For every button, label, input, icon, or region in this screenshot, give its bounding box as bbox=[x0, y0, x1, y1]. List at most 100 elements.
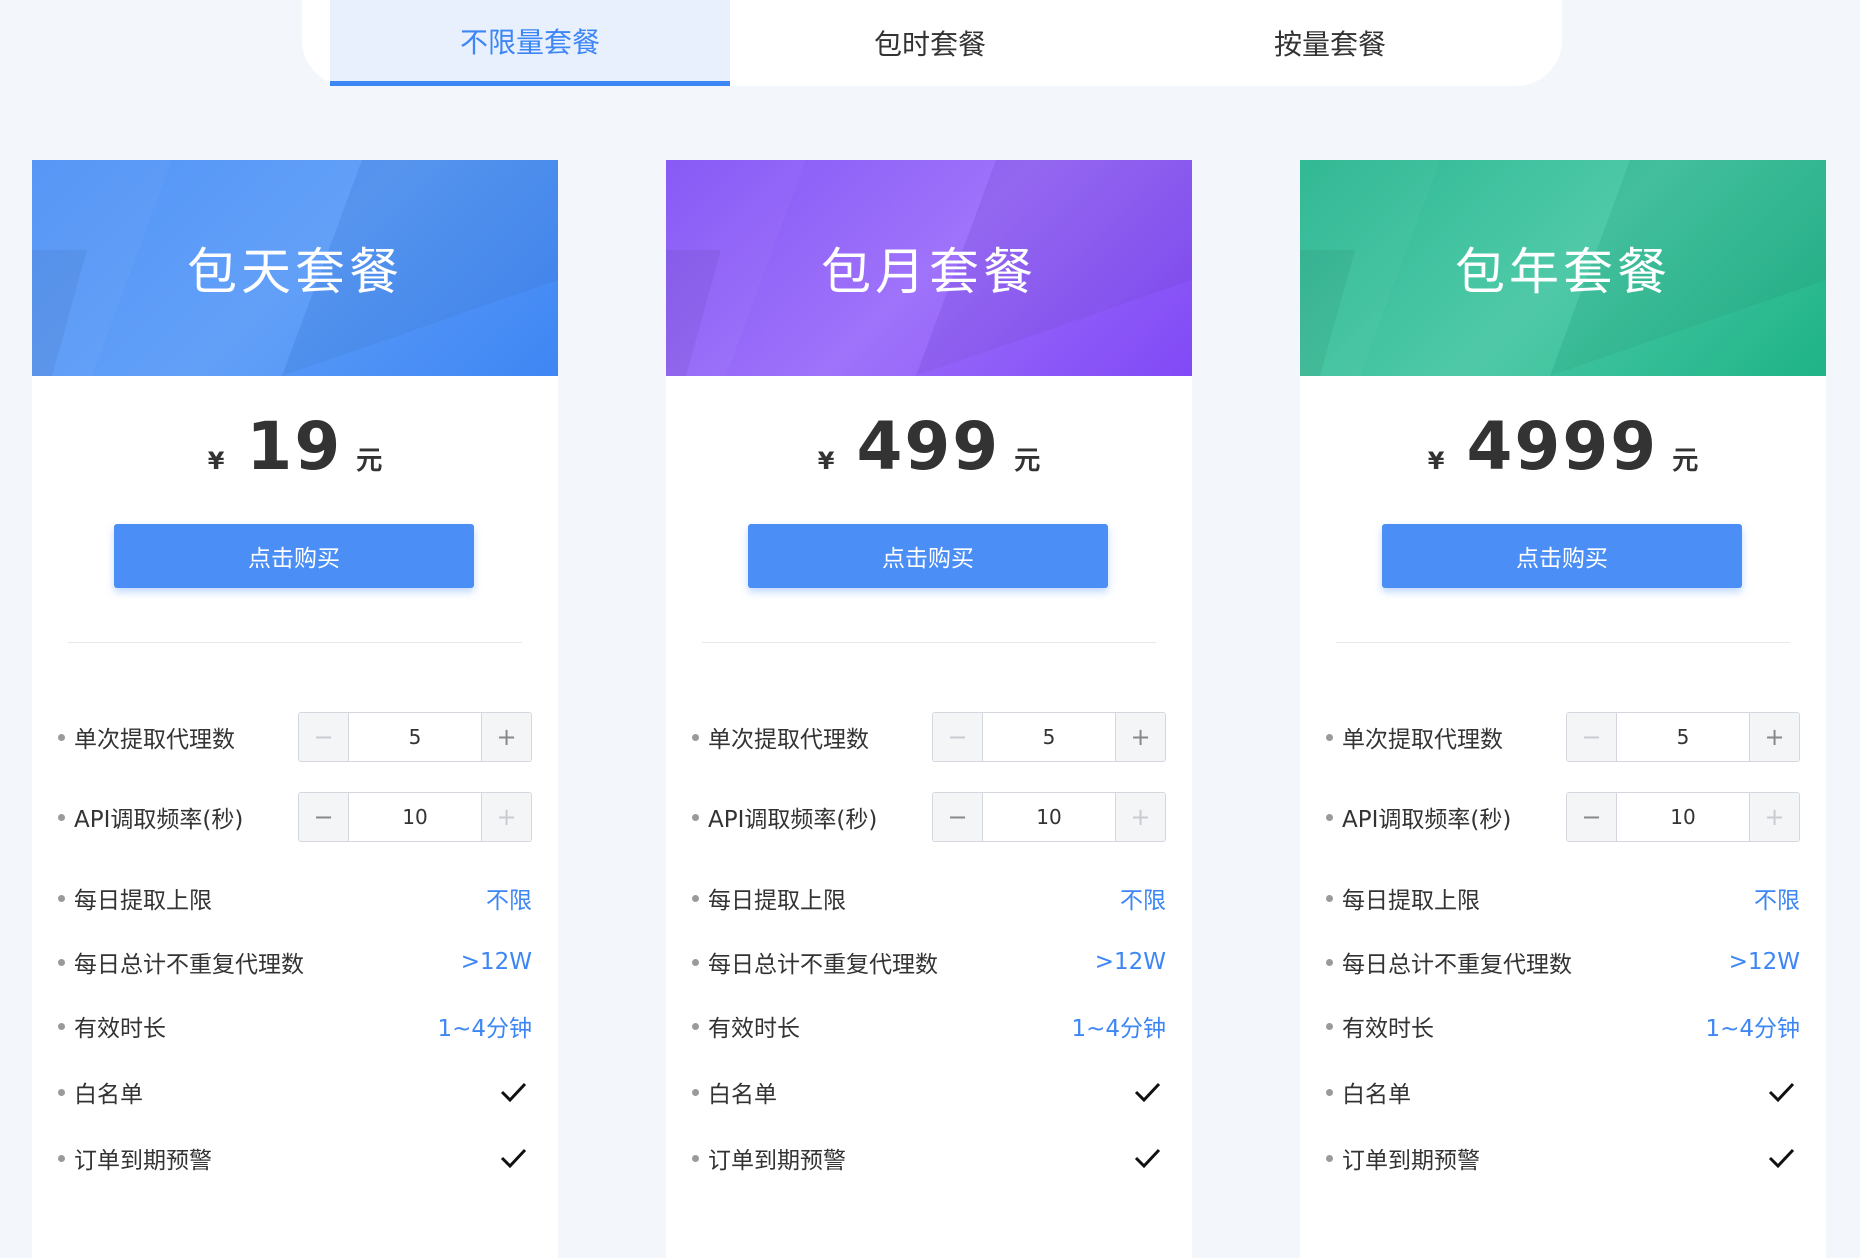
feature-label: 白名单 bbox=[74, 1082, 143, 1108]
decrement-button[interactable]: − bbox=[1567, 713, 1617, 761]
checkmark-icon bbox=[1768, 1148, 1795, 1169]
plan-title: 包月套餐 bbox=[821, 243, 1037, 301]
plan-banner: 包月套餐 bbox=[666, 160, 1192, 376]
feature-value: 不限 bbox=[1754, 888, 1800, 914]
feature-label: API调取频率(秒) bbox=[1342, 807, 1512, 833]
bullet-dot bbox=[58, 1022, 65, 1030]
api-frequency-stepper: − 10 + bbox=[298, 792, 532, 842]
feature-value: 1~4分钟 bbox=[1071, 1016, 1166, 1042]
feature-label: 每日提取上限 bbox=[1342, 888, 1480, 914]
bullet-dot bbox=[1326, 894, 1333, 902]
feature-label: 每日总计不重复代理数 bbox=[74, 952, 304, 978]
increment-button[interactable]: + bbox=[1115, 713, 1165, 761]
increment-button[interactable]: + bbox=[1749, 713, 1799, 761]
divider bbox=[68, 642, 522, 643]
feature-row-valid-time: 有效时长 1~4分钟 bbox=[1326, 1000, 1800, 1052]
per-extract-stepper: − 5 + bbox=[932, 712, 1166, 762]
checkmark-icon bbox=[500, 1148, 527, 1169]
bullet-dot bbox=[58, 1154, 65, 1162]
tab-unlimited-package[interactable]: 不限量套餐 bbox=[330, 0, 730, 86]
feature-row-daily-unique: 每日总计不重复代理数 >12W bbox=[692, 936, 1166, 988]
bullet-dot bbox=[58, 958, 65, 966]
per-extract-stepper: − 5 + bbox=[1566, 712, 1800, 762]
tab-usage-package[interactable]: 按量套餐 bbox=[1130, 0, 1530, 86]
pricing-page: 不限量套餐 包时套餐 按量套餐 包天套餐 ¥ 19 元 点击购买 单次提取代理数… bbox=[0, 0, 1860, 1258]
feature-row-per-extract: 单次提取代理数 − 5 + bbox=[692, 712, 1166, 762]
plan-title: 包年套餐 bbox=[1455, 243, 1671, 301]
plan-price: ¥ 4999 元 bbox=[1300, 408, 1826, 485]
price-unit: 元 bbox=[356, 446, 383, 476]
feature-row-valid-time: 有效时长 1~4分钟 bbox=[58, 1000, 532, 1052]
currency-symbol: ¥ bbox=[207, 447, 225, 475]
checkmark-icon bbox=[1768, 1082, 1795, 1103]
bullet-dot bbox=[692, 1088, 699, 1096]
api-frequency-stepper: − 10 + bbox=[932, 792, 1166, 842]
bullet-dot bbox=[1326, 733, 1333, 741]
bullet-dot bbox=[692, 1022, 699, 1030]
feature-label: 有效时长 bbox=[708, 1016, 800, 1042]
feature-label: 单次提取代理数 bbox=[74, 727, 235, 753]
plan-banner: 包年套餐 bbox=[1300, 160, 1826, 376]
decrement-button[interactable]: − bbox=[299, 713, 349, 761]
increment-button[interactable]: + bbox=[481, 713, 531, 761]
stepper-value[interactable]: 5 bbox=[983, 713, 1115, 761]
feature-label: API调取频率(秒) bbox=[708, 807, 878, 833]
feature-row-per-extract: 单次提取代理数 − 5 + bbox=[58, 712, 532, 762]
feature-row-daily-limit: 每日提取上限 不限 bbox=[1326, 872, 1800, 924]
checkmark-icon bbox=[1134, 1148, 1161, 1169]
feature-row-daily-limit: 每日提取上限 不限 bbox=[58, 872, 532, 924]
price-value: 499 bbox=[856, 408, 1001, 485]
bullet-dot bbox=[1326, 958, 1333, 966]
feature-label: 有效时长 bbox=[1342, 1016, 1434, 1042]
feature-row-daily-limit: 每日提取上限 不限 bbox=[692, 872, 1166, 924]
checkmark-icon bbox=[500, 1082, 527, 1103]
api-frequency-stepper: − 10 + bbox=[1566, 792, 1800, 842]
bullet-dot bbox=[692, 733, 699, 741]
feature-row-daily-unique: 每日总计不重复代理数 >12W bbox=[1326, 936, 1800, 988]
tab-time-package[interactable]: 包时套餐 bbox=[730, 0, 1130, 86]
increment-button[interactable]: + bbox=[481, 793, 531, 841]
decrement-button[interactable]: − bbox=[1567, 793, 1617, 841]
package-tabbar: 不限量套餐 包时套餐 按量套餐 bbox=[302, 0, 1562, 86]
decrement-button[interactable]: − bbox=[933, 713, 983, 761]
bullet-dot bbox=[1326, 1088, 1333, 1096]
feature-row-valid-time: 有效时长 1~4分钟 bbox=[692, 1000, 1166, 1052]
feature-row-api-frequency: API调取频率(秒) − 10 + bbox=[58, 792, 532, 842]
decrement-button[interactable]: − bbox=[933, 793, 983, 841]
feature-label: 单次提取代理数 bbox=[1342, 727, 1503, 753]
bullet-dot bbox=[58, 733, 65, 741]
feature-value: >12W bbox=[1728, 949, 1800, 975]
divider bbox=[1336, 642, 1790, 643]
price-value: 4999 bbox=[1466, 408, 1659, 485]
per-extract-stepper: − 5 + bbox=[298, 712, 532, 762]
bullet-dot bbox=[1326, 813, 1333, 821]
stepper-value[interactable]: 10 bbox=[983, 793, 1115, 841]
buy-button[interactable]: 点击购买 bbox=[114, 524, 474, 588]
bullet-dot bbox=[58, 1088, 65, 1096]
feature-label: 每日总计不重复代理数 bbox=[1342, 952, 1572, 978]
increment-button[interactable]: + bbox=[1115, 793, 1165, 841]
feature-label: 订单到期预警 bbox=[74, 1148, 212, 1174]
stepper-value[interactable]: 10 bbox=[1617, 793, 1749, 841]
stepper-value[interactable]: 10 bbox=[349, 793, 481, 841]
feature-row-per-extract: 单次提取代理数 − 5 + bbox=[1326, 712, 1800, 762]
bullet-dot bbox=[1326, 1022, 1333, 1030]
stepper-value[interactable]: 5 bbox=[349, 713, 481, 761]
feature-label: 白名单 bbox=[1342, 1082, 1411, 1108]
bullet-dot bbox=[58, 894, 65, 902]
feature-label: 订单到期预警 bbox=[1342, 1148, 1480, 1174]
feature-row-expiry-alert: 订单到期预警 bbox=[1326, 1132, 1800, 1184]
feature-label: 白名单 bbox=[708, 1082, 777, 1108]
feature-value: 不限 bbox=[1120, 888, 1166, 914]
feature-row-expiry-alert: 订单到期预警 bbox=[692, 1132, 1166, 1184]
feature-label: 每日提取上限 bbox=[708, 888, 846, 914]
bullet-dot bbox=[1326, 1154, 1333, 1162]
buy-button[interactable]: 点击购买 bbox=[1382, 524, 1742, 588]
feature-row-api-frequency: API调取频率(秒) − 10 + bbox=[692, 792, 1166, 842]
feature-row-api-frequency: API调取频率(秒) − 10 + bbox=[1326, 792, 1800, 842]
decrement-button[interactable]: − bbox=[299, 793, 349, 841]
plan-card-daily: 包天套餐 ¥ 19 元 点击购买 单次提取代理数 − 5 + API调取频率(秒… bbox=[32, 160, 558, 1258]
increment-button[interactable]: + bbox=[1749, 793, 1799, 841]
buy-button[interactable]: 点击购买 bbox=[748, 524, 1108, 588]
stepper-value[interactable]: 5 bbox=[1617, 713, 1749, 761]
